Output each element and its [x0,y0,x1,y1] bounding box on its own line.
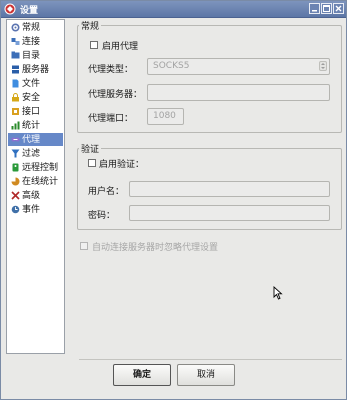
nav-item-label: 过滤 [22,148,41,159]
enable-auth-label: 启用验证： [99,160,145,170]
nav-item[interactable]: 过滤 [8,147,63,160]
nav-item-label: 事件 [22,204,41,215]
username-label: 用户名： [88,187,125,197]
directory-icon [11,51,20,59]
nav-item-label: 服务器 [22,64,50,75]
nav-item-label: 文件 [22,78,41,89]
nav-item[interactable]: 安全 [8,91,63,104]
nav-item[interactable]: 目录 [8,49,63,62]
remote-control-icon [12,163,19,172]
nav-item[interactable]: 远程控制 [8,161,63,174]
file-icon [12,79,19,88]
maximize-button[interactable] [321,3,332,14]
minimize-icon [312,10,317,12]
enable-proxy-label: 启用代理 [102,42,139,52]
nav-item-label: 常规 [22,22,41,33]
enable-auth-checkbox[interactable] [88,159,96,167]
connection-icon [11,38,20,45]
settings-window: 设置 常规 连接 目录 服务器 文件 安全 接口 统计 代理 过滤 远程控制 在线统计 高级 事件 常规 … [0,0,347,400]
cancel-button[interactable]: 取消 [177,364,235,386]
nav-item-label: 远程控制 [22,162,59,173]
nav-item-label: 安全 [22,92,41,103]
proxy-server-label: 代理服务器： [88,90,143,100]
title-bar[interactable]: 设置 [1,1,346,18]
nav-item-label: 代理 [22,134,41,145]
nav-item[interactable]: 在线统计 [8,175,63,188]
proxy-type-label: 代理类型： [88,65,134,75]
server-icon [12,65,19,74]
proxy-port-label: 代理端口： [88,114,134,124]
advanced-icon [11,191,20,200]
ignore-proxy-label: 自动连接服务器时忽略代理设置 [92,243,219,253]
proxy-icon [11,137,20,142]
settings-nav-list[interactable]: 常规连接目录服务器文件安全接口统计代理过滤远程控制在线统计高级事件 [6,19,65,354]
nav-item[interactable]: 连接 [8,35,63,48]
minimize-button[interactable] [309,3,320,14]
close-icon [335,5,342,12]
nav-item-label: 连接 [22,36,41,47]
event-icon [11,205,20,214]
nav-item[interactable]: 服务器 [8,63,63,76]
filter-icon [11,149,20,158]
nav-item-label: 高级 [22,190,41,201]
proxy-server-input[interactable] [147,84,330,101]
lock-icon [12,93,19,102]
proxy-type-value: SOCKS5 [153,61,190,71]
stats-icon [11,121,20,130]
app-icon [4,3,16,15]
nav-item-label: 目录 [22,50,41,61]
online-stats-icon [11,177,20,186]
nav-item[interactable]: 文件 [8,77,63,90]
nav-item-label: 接口 [22,106,41,117]
nav-item-label: 在线统计 [22,176,59,187]
proxy-type-select[interactable]: SOCKS5 [147,58,330,75]
enable-proxy-checkbox[interactable] [90,41,98,49]
maximize-icon [323,5,330,12]
button-separator [79,359,342,361]
window-title: 设置 [20,6,39,16]
nav-item[interactable]: 高级 [8,189,63,202]
username-input[interactable] [129,181,330,197]
nav-item[interactable]: 接口 [8,105,63,118]
password-input[interactable] [129,205,330,221]
password-label: 密码： [88,211,116,221]
nav-item[interactable]: 事件 [8,203,63,216]
nav-item[interactable]: 统计 [8,119,63,132]
mouse-cursor-icon [273,286,283,300]
nav-item[interactable]: 代理 [8,133,63,146]
general-group-title: 常规 [79,19,102,32]
auth-group-title: 验证 [79,142,102,155]
ignore-proxy-checkbox[interactable] [80,242,88,250]
proxy-port-input[interactable]: 1080 [147,108,184,125]
nav-item[interactable]: 常规 [8,21,63,34]
close-button[interactable] [333,3,344,14]
nav-item-label: 统计 [22,120,41,131]
gear-icon [11,23,20,32]
ok-button[interactable]: 确定 [113,364,171,386]
dropdown-arrow-icon [319,61,327,71]
interface-icon [12,108,19,115]
